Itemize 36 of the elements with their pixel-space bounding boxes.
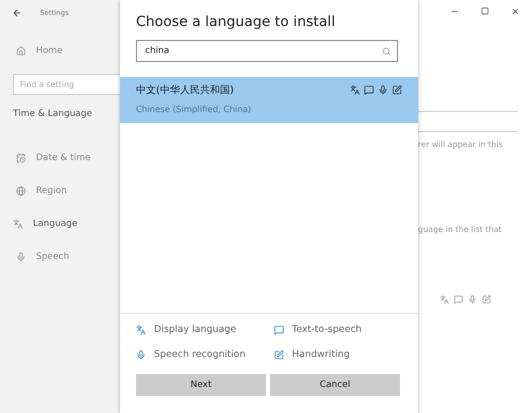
pen-icon — [482, 295, 491, 304]
microphone-icon — [136, 350, 146, 360]
display-language-icon — [350, 85, 360, 95]
display-language-icon — [440, 295, 449, 304]
home-icon — [16, 46, 26, 56]
speech-bubble-icon — [274, 324, 284, 334]
back-icon[interactable] — [12, 8, 22, 18]
feature-label: Speech recognition — [154, 349, 246, 360]
calendar-icon — [16, 152, 26, 162]
feature-label: Handwriting — [292, 349, 350, 360]
feature-label: Display language — [154, 324, 236, 335]
cancel-button[interactable]: Cancel — [270, 374, 400, 396]
feature-label: Text-to-speech — [292, 324, 362, 335]
language-result[interactable]: 中文(中华人民共和国) Chinese (Simplified, China) — [120, 77, 418, 123]
language-subtitle: Chinese (Simplified, China) — [136, 105, 252, 115]
language-search-field[interactable]: china — [136, 40, 398, 62]
microphone-icon — [16, 252, 26, 262]
dropdown-field[interactable] — [418, 111, 518, 132]
language-name: 中文(中华人民共和国) — [136, 84, 235, 97]
display-language-icon — [136, 324, 146, 334]
pen-icon — [274, 350, 284, 360]
globe-icon — [16, 186, 26, 196]
speech-bubble-icon — [364, 85, 374, 95]
section-heading: Time & Language — [12, 108, 94, 121]
microphone-icon — [378, 85, 388, 95]
search-icon[interactable] — [382, 46, 391, 56]
dialog-title: Choose a language to install — [135, 14, 336, 30]
maximize-icon[interactable] — [481, 7, 489, 15]
language-icon — [13, 218, 23, 228]
next-button[interactable]: Next — [136, 374, 266, 396]
speech-bubble-icon — [454, 295, 463, 304]
microphone-icon — [468, 295, 477, 304]
description-text: rer will appear in this — [418, 140, 504, 149]
pen-icon — [392, 85, 402, 95]
description-text: guage in the list that — [418, 225, 503, 234]
close-icon[interactable] — [511, 7, 520, 16]
